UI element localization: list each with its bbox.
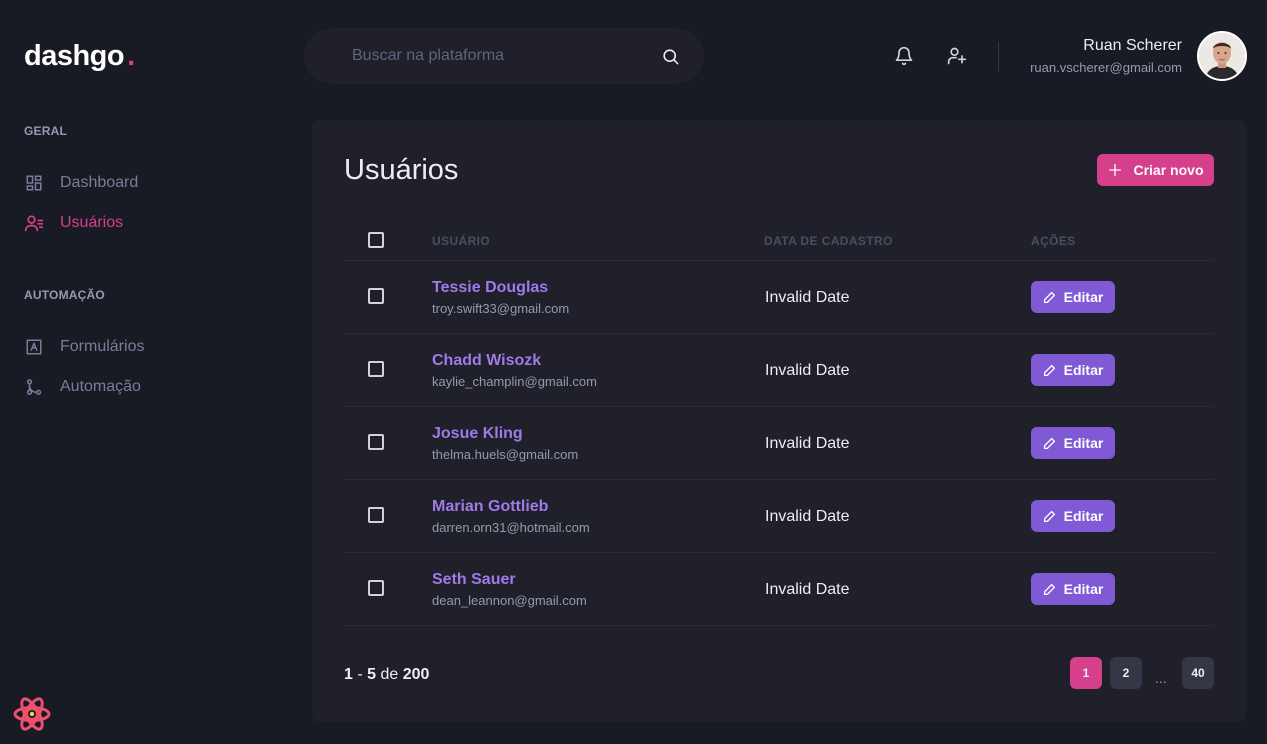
pencil-icon (1043, 510, 1055, 522)
row-checkbox[interactable] (368, 361, 384, 377)
table-row: Josue Kling thelma.huels@gmail.com Inval… (344, 407, 1214, 480)
table-row: Tessie Douglas troy.swift33@gmail.com In… (344, 261, 1214, 334)
brand-logo[interactable]: dashgo. (24, 38, 135, 74)
table-row: Chadd Wisozk kaylie_champlin@gmail.com I… (344, 334, 1214, 407)
sidebar-section-title: AUTOMAÇÃO (24, 288, 105, 302)
sidebar-item-label: Formulários (60, 338, 145, 355)
row-checkbox[interactable] (368, 288, 384, 304)
edit-button[interactable]: Editar (1031, 354, 1115, 386)
plus-icon (1109, 164, 1122, 176)
column-header-actions: AÇÕES (1031, 234, 1076, 248)
page-title: Usuários (344, 154, 459, 186)
registration-date: Invalid Date (765, 289, 850, 306)
user-name[interactable]: Tessie Douglas (432, 279, 548, 297)
header-divider (998, 42, 999, 71)
table-header: USUÁRIO DATA DE CADASTRO AÇÕES (344, 224, 1214, 261)
pagination-total: 200 (402, 666, 430, 683)
table-row: Seth Sauer dean_leannon@gmail.com Invali… (344, 553, 1214, 626)
sidebar-item-forms[interactable]: Formulários (24, 335, 144, 359)
user-email: darren.orn31@hotmail.com (432, 520, 590, 535)
user-email: troy.swift33@gmail.com (432, 301, 570, 316)
profile-info: Ruan Scherer ruan.vscherer@gmail.com (1030, 36, 1182, 78)
user-email: thelma.huels@gmail.com (432, 447, 579, 462)
search-icon[interactable] (660, 46, 680, 66)
pagination-info: 1 - 5 de 200 (344, 666, 429, 684)
brand-name: dashgo (24, 40, 125, 72)
app-root: dashgo. Ruan Scherer ruan.vscherer@gmail… (0, 0, 1267, 744)
user-name[interactable]: Josue Kling (432, 425, 523, 443)
edit-label: Editar (1063, 435, 1104, 451)
bell-icon[interactable] (892, 44, 916, 68)
avatar[interactable] (1197, 31, 1247, 81)
registration-date: Invalid Date (765, 362, 850, 379)
edit-button[interactable]: Editar (1031, 573, 1115, 605)
search-bar (304, 28, 704, 84)
page-button-2[interactable]: 2 (1110, 657, 1142, 689)
edit-label: Editar (1063, 289, 1104, 305)
user-name[interactable]: Chadd Wisozk (432, 352, 541, 370)
pagination-of: de (380, 666, 399, 683)
column-header-user: USUÁRIO (432, 234, 491, 248)
form-icon (24, 337, 44, 357)
pagination-to: 5 (367, 666, 377, 683)
sidebar-item-label: Usuários (60, 214, 124, 231)
registration-date: Invalid Date (765, 508, 850, 525)
profile-email: ruan.vscherer@gmail.com (1030, 60, 1182, 75)
floating-dev-logo-icon[interactable] (12, 694, 52, 734)
user-plus-icon[interactable] (945, 44, 969, 68)
sidebar-item-label: Automação (60, 378, 141, 395)
column-header-date: DATA DE CADASTRO (764, 234, 893, 248)
user-name[interactable]: Marian Gottlieb (432, 498, 548, 516)
sidebar-section-title: GERAL (24, 124, 67, 138)
create-new-button[interactable]: Criar novo (1097, 154, 1214, 186)
registration-date: Invalid Date (765, 581, 850, 598)
dashboard-icon (24, 173, 44, 193)
pencil-icon (1043, 291, 1055, 303)
edit-label: Editar (1063, 508, 1104, 524)
brand-dot: . (127, 40, 135, 72)
git-merge-icon (24, 377, 44, 397)
pencil-icon (1043, 583, 1055, 595)
sidebar-item-automation[interactable]: Automação (24, 375, 141, 399)
sidebar-item-users[interactable]: Usuários (24, 211, 123, 235)
create-new-label: Criar novo (1133, 162, 1204, 178)
sidebar-item-dashboard[interactable]: Dashboard (24, 171, 138, 195)
row-checkbox[interactable] (368, 580, 384, 596)
edit-label: Editar (1063, 581, 1104, 597)
users-card: Usuários Criar novo USUÁRIO DATA DE CADA… (312, 120, 1246, 722)
edit-label: Editar (1063, 362, 1104, 378)
page-button-40[interactable]: 40 (1182, 657, 1214, 689)
pagination-from: 1 (344, 666, 353, 683)
edit-button[interactable]: Editar (1031, 281, 1115, 313)
user-email: dean_leannon@gmail.com (432, 593, 587, 608)
pagination-sep: - (357, 666, 363, 683)
page-button-1[interactable]: 1 (1070, 657, 1102, 689)
search-input[interactable] (352, 47, 660, 65)
edit-button[interactable]: Editar (1031, 427, 1115, 459)
users-table: USUÁRIO DATA DE CADASTRO AÇÕES Tessie Do… (344, 224, 1214, 626)
pencil-icon (1043, 364, 1055, 376)
user-email: kaylie_champlin@gmail.com (432, 374, 597, 389)
row-checkbox[interactable] (368, 507, 384, 523)
user-name[interactable]: Seth Sauer (432, 571, 516, 589)
sidebar-item-label: Dashboard (60, 174, 139, 191)
pencil-icon (1043, 437, 1055, 449)
select-all-checkbox[interactable] (368, 232, 384, 248)
profile-name: Ruan Scherer (1083, 37, 1182, 54)
pagination-ellipsis: ... (1155, 670, 1167, 686)
table-row: Marian Gottlieb darren.orn31@hotmail.com… (344, 480, 1214, 553)
users-icon (24, 213, 44, 233)
edit-button[interactable]: Editar (1031, 500, 1115, 532)
registration-date: Invalid Date (765, 435, 850, 452)
row-checkbox[interactable] (368, 434, 384, 450)
